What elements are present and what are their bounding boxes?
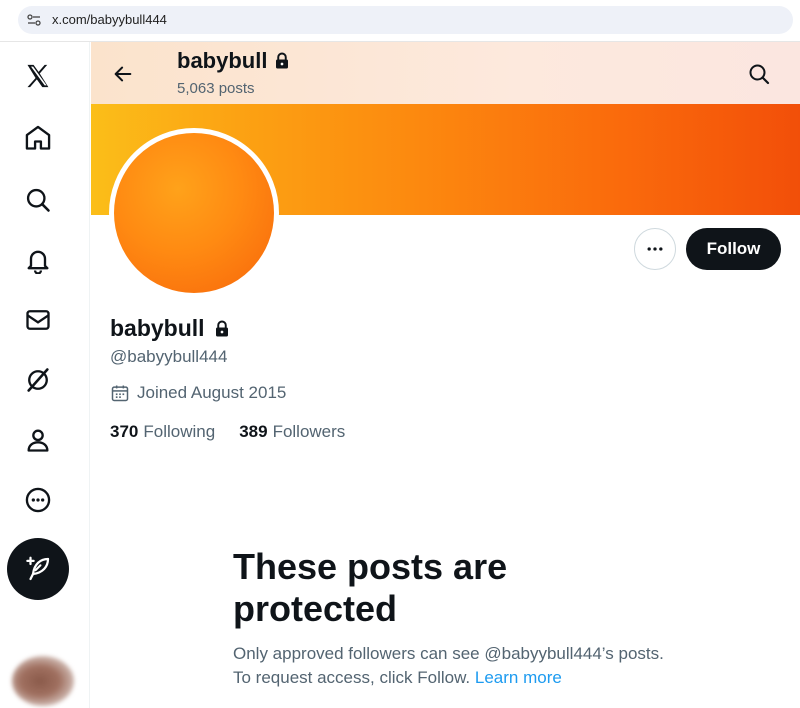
following-link[interactable]: 370 Following <box>110 422 215 442</box>
post-button[interactable] <box>7 538 69 600</box>
post-icon <box>26 556 50 581</box>
site-info-icon[interactable] <box>26 12 42 28</box>
display-name: babybull <box>110 315 205 341</box>
header-name-row: babybull <box>177 48 291 74</box>
profile-avatar[interactable] <box>109 128 279 298</box>
follow-button[interactable]: Follow <box>686 228 781 270</box>
browser-url-bar: x.com/babyybull444 <box>0 0 800 42</box>
bell-icon[interactable] <box>18 240 58 280</box>
joined-text: Joined August 2015 <box>137 383 287 402</box>
calendar-icon <box>111 385 129 402</box>
protected-posts-message: Only approved followers can see @babyybu… <box>233 642 673 690</box>
user-handle: @babyybull444 <box>110 347 228 366</box>
account-avatar[interactable] <box>12 656 74 706</box>
followers-count: 389 <box>239 422 268 441</box>
ellipsis-icon <box>647 247 663 251</box>
protected-posts-title: These posts are protected <box>233 546 508 629</box>
url-text[interactable]: x.com/babyybull444 <box>52 12 167 28</box>
posts-count: 5,063 posts <box>177 80 255 97</box>
back-button[interactable] <box>105 56 141 92</box>
search-icon <box>749 64 770 85</box>
left-navigation <box>0 42 90 708</box>
display-name-row: babybull <box>110 315 231 342</box>
profile-search-button[interactable] <box>743 58 775 90</box>
address-field[interactable]: x.com/babyybull444 <box>18 6 793 34</box>
mail-icon[interactable] <box>18 300 58 340</box>
follow-stats: 370 Following 389 Followers <box>110 422 345 442</box>
following-label: Following <box>143 422 216 441</box>
main-column: babybull 5,063 posts Follow babybull @ba… <box>91 42 800 708</box>
search-icon[interactable] <box>18 180 58 220</box>
followers-label: Followers <box>272 422 346 441</box>
following-count: 370 <box>110 422 139 441</box>
more-options-button[interactable] <box>634 228 676 270</box>
lock-icon <box>276 52 289 69</box>
followers-link[interactable]: 389 Followers <box>239 422 345 442</box>
lock-icon <box>215 320 228 336</box>
more-icon[interactable] <box>18 480 58 520</box>
home-icon[interactable] <box>18 118 58 158</box>
protected-body-text: Only approved followers can see @babyybu… <box>233 644 664 687</box>
grok-icon[interactable] <box>18 360 58 400</box>
learn-more-link[interactable]: Learn more <box>475 668 562 687</box>
arrow-left-icon <box>114 66 132 82</box>
profile-header-bar: babybull 5,063 posts <box>91 42 800 104</box>
joined-date-row: Joined August 2015 <box>110 383 286 403</box>
profile-icon[interactable] <box>18 420 58 460</box>
x-logo-icon[interactable] <box>18 56 58 96</box>
header-name: babybull <box>177 48 268 73</box>
